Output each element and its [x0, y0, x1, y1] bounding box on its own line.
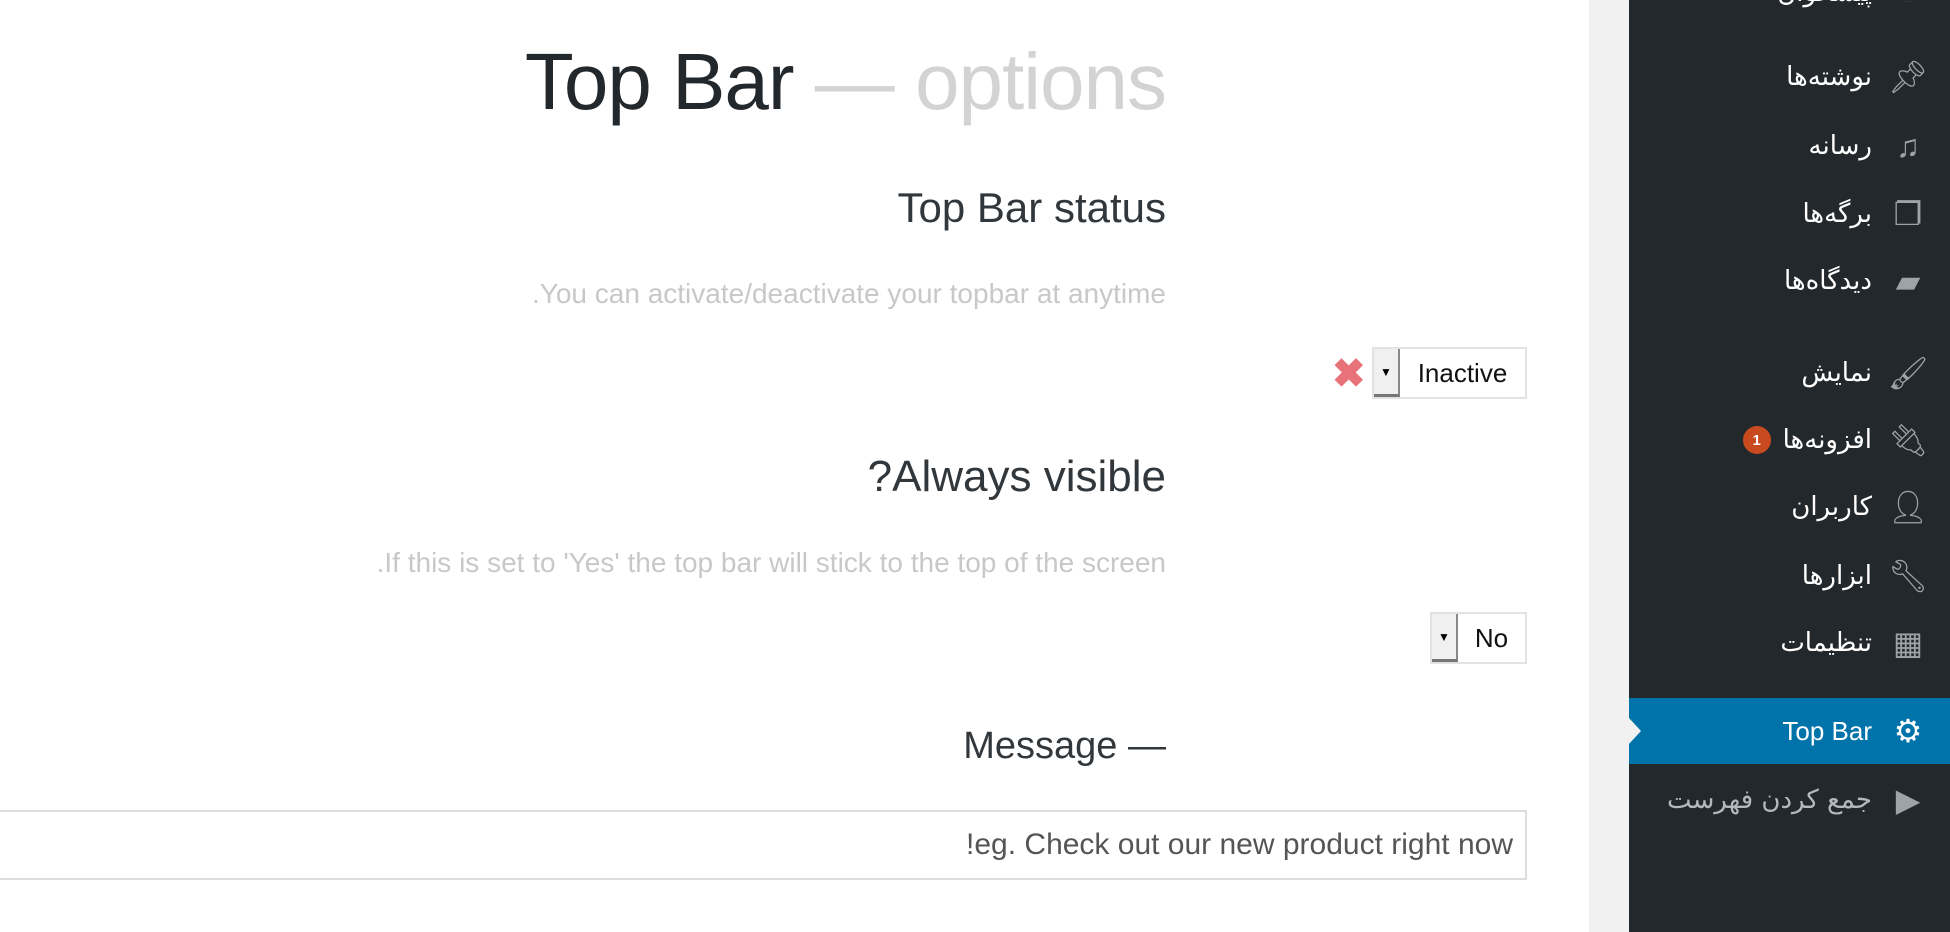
visible-heading: Always visible? [867, 452, 1166, 501]
sidebar-collapse-menu[interactable]: ▶ جمع کردن فهرست [1629, 767, 1950, 833]
visible-description: If this is set to 'Yes' the top bar will… [376, 547, 1166, 578]
sidebar-item-plugins[interactable]: 🔌︎ افزونه‌ها 1 [1629, 407, 1950, 473]
brush-icon: 🖌︎ [1887, 355, 1929, 391]
media-icon: ♫ [1896, 127, 1920, 164]
dashboard-icon: ◔ [1888, 0, 1928, 13]
page-title-main: Top Bar [524, 37, 795, 126]
content-gutter [1589, 0, 1629, 932]
message-heading: — Message [963, 725, 1166, 767]
sidebar-item-users[interactable]: 👤︎ کاربران [1629, 474, 1950, 540]
sidebar-item-comments[interactable]: ▰ دیدگاه‌ها [1629, 248, 1950, 314]
sidebar-item-settings[interactable]: ▦ تنظیمات [1629, 610, 1950, 676]
sidebar-item-media[interactable]: ♫ رسانه [1629, 113, 1950, 179]
status-select[interactable]: ▼ Inactive [1372, 347, 1527, 399]
page-title-sub: — options [814, 37, 1167, 126]
status-description: You can activate/deactivate your topbar … [531, 278, 1166, 309]
message-input[interactable] [0, 810, 1527, 880]
update-count-badge: 1 [1742, 426, 1771, 454]
wrench-icon: 🔧︎ [1887, 558, 1929, 594]
status-heading: Top Bar status [897, 184, 1166, 231]
gear-icon: ⚙ [1893, 713, 1923, 749]
sidebar-item-appearance[interactable]: 🖌︎ نمایش [1629, 340, 1950, 406]
sidebar-item-tools[interactable]: 🔧︎ ابزارها [1629, 543, 1950, 609]
visible-select[interactable]: ▼ No [1430, 612, 1527, 664]
collapse-icon: ▶ [1895, 782, 1921, 818]
sidebar-item-pages[interactable]: ❐ برگه‌ها [1629, 181, 1950, 247]
red-x-icon: ✖ [1332, 352, 1366, 396]
page-title: Top Bar — options [524, 36, 1167, 128]
status-select-value: Inactive [1417, 357, 1508, 388]
visible-select-value: No [1474, 622, 1509, 653]
sidebar-item-dashboard[interactable]: ◔پیشخوان [1629, 0, 1950, 26]
user-icon: 👤︎ [1887, 489, 1929, 525]
pin-icon: 📌︎ [1887, 59, 1929, 95]
sidebar-item-top-bar[interactable]: ⚙ Top Bar [1629, 698, 1950, 764]
main-content: Top Bar — options Top Bar status You can… [0, 0, 1589, 932]
dropdown-arrow-icon[interactable]: ▼ [1432, 614, 1458, 662]
sidebar-item-posts[interactable]: 📌︎ نوشته‌ها [1629, 44, 1950, 110]
dropdown-arrow-icon[interactable]: ▼ [1374, 349, 1400, 397]
settings-icon: ▦ [1892, 625, 1924, 661]
pages-icon: ❐ [1893, 196, 1923, 232]
plugin-icon: 🔌︎ [1887, 422, 1929, 458]
admin-sidebar: ◔پیشخوان 📌︎نوشته‌ها ♫رسانه ❐برگه‌ها ▰دید… [1629, 0, 1950, 932]
comment-icon: ▰ [1895, 263, 1921, 299]
